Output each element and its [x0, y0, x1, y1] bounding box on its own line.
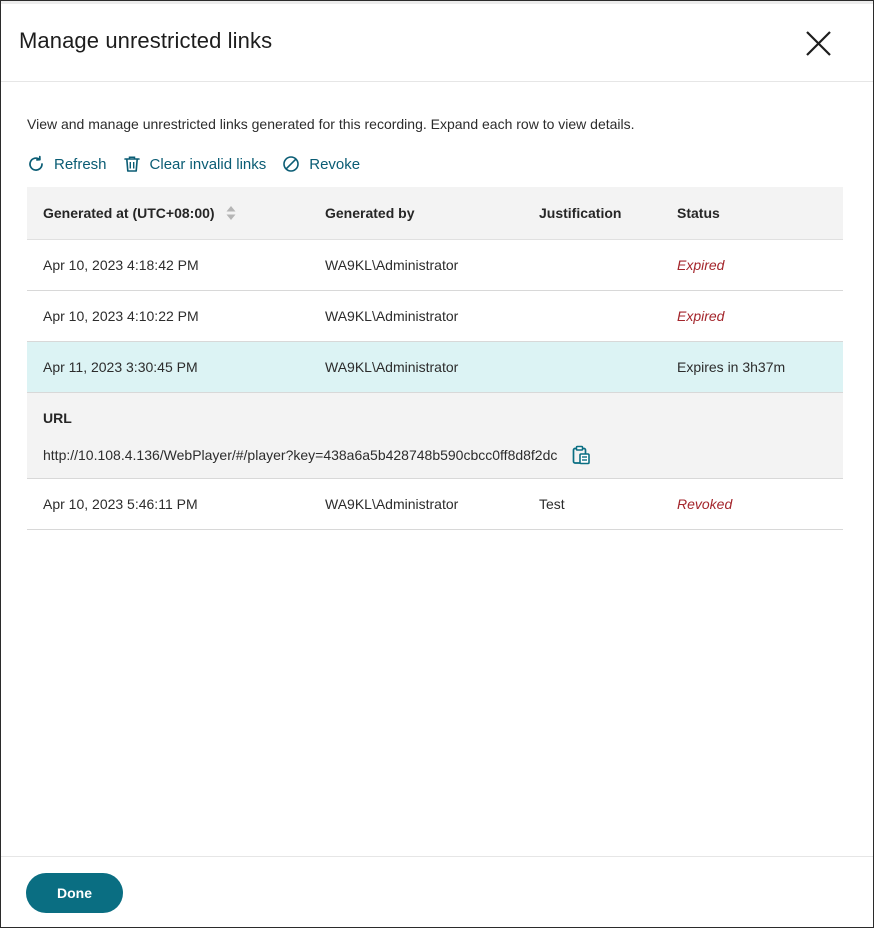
column-header-generated-at[interactable]: Generated at (UTC+08:00) — [27, 204, 325, 222]
column-header-generated-by: Generated by — [325, 205, 415, 221]
table-header: Generated at (UTC+08:00) Generated by Ju… — [27, 187, 843, 240]
trash-icon — [123, 156, 140, 172]
table-row[interactable]: Apr 10, 2023 4:10:22 PM WA9KL\Administra… — [27, 291, 843, 342]
close-button[interactable] — [801, 26, 837, 62]
revoke-label: Revoke — [309, 155, 361, 173]
done-button[interactable]: Done — [26, 873, 123, 913]
cell-status: Expires in 3h37m — [677, 359, 786, 375]
table-row-selected[interactable]: Apr 11, 2023 3:30:45 PM WA9KL\Administra… — [27, 342, 843, 393]
dialog-header: Manage unrestricted links — [1, 1, 873, 82]
cell-justification: Test — [539, 496, 565, 512]
cell-generated-at: Apr 10, 2023 4:18:42 PM — [43, 257, 199, 273]
url-row: http://10.108.4.136/WebPlayer/#/player?k… — [43, 445, 591, 465]
block-icon — [283, 156, 300, 172]
cell-generated-by: WA9KL\Administrator — [325, 496, 459, 512]
cell-generated-by: WA9KL\Administrator — [325, 359, 459, 375]
column-header-justification: Justification — [539, 205, 622, 221]
cell-status: Expired — [677, 257, 725, 273]
clear-invalid-links-button[interactable]: Clear invalid links — [123, 155, 267, 173]
url-label: URL — [43, 410, 72, 426]
links-table: Generated at (UTC+08:00) Generated by Ju… — [27, 187, 843, 530]
refresh-button[interactable]: Refresh — [27, 155, 107, 173]
cell-status: Expired — [677, 308, 725, 324]
refresh-label: Refresh — [54, 155, 107, 173]
dialog-footer: Done — [1, 856, 873, 929]
copy-url-button[interactable] — [571, 445, 591, 465]
clipboard-icon — [573, 445, 591, 465]
url-text: http://10.108.4.136/WebPlayer/#/player?k… — [43, 447, 558, 463]
table-row[interactable]: Apr 10, 2023 4:18:42 PM WA9KL\Administra… — [27, 240, 843, 291]
cell-generated-at: Apr 10, 2023 5:46:11 PM — [43, 496, 198, 512]
dialog-title: Manage unrestricted links — [19, 28, 273, 53]
manage-links-dialog: Manage unrestricted links View and manag… — [0, 0, 874, 928]
cell-generated-at: Apr 11, 2023 3:30:45 PM — [43, 359, 198, 375]
cell-generated-by: WA9KL\Administrator — [325, 257, 459, 273]
table-row[interactable]: Apr 10, 2023 5:46:11 PM WA9KL\Administra… — [27, 479, 843, 530]
column-header-label: Generated at (UTC+08:00) — [43, 205, 215, 221]
sort-icon[interactable] — [225, 204, 237, 222]
column-header-status: Status — [677, 205, 720, 221]
cell-status: Revoked — [677, 496, 733, 512]
revoke-button[interactable]: Revoke — [282, 155, 360, 173]
clear-invalid-links-label: Clear invalid links — [149, 155, 267, 173]
refresh-icon — [29, 155, 43, 171]
close-icon — [806, 31, 831, 56]
row-detail-panel: URL http://10.108.4.136/WebPlayer/#/play… — [27, 393, 843, 479]
cell-generated-by: WA9KL\Administrator — [325, 308, 459, 324]
toolbar: Refresh Clear invalid links Revoke — [27, 153, 376, 175]
dialog-description: View and manage unrestricted links gener… — [27, 116, 635, 132]
cell-generated-at: Apr 10, 2023 4:10:22 PM — [43, 308, 199, 324]
